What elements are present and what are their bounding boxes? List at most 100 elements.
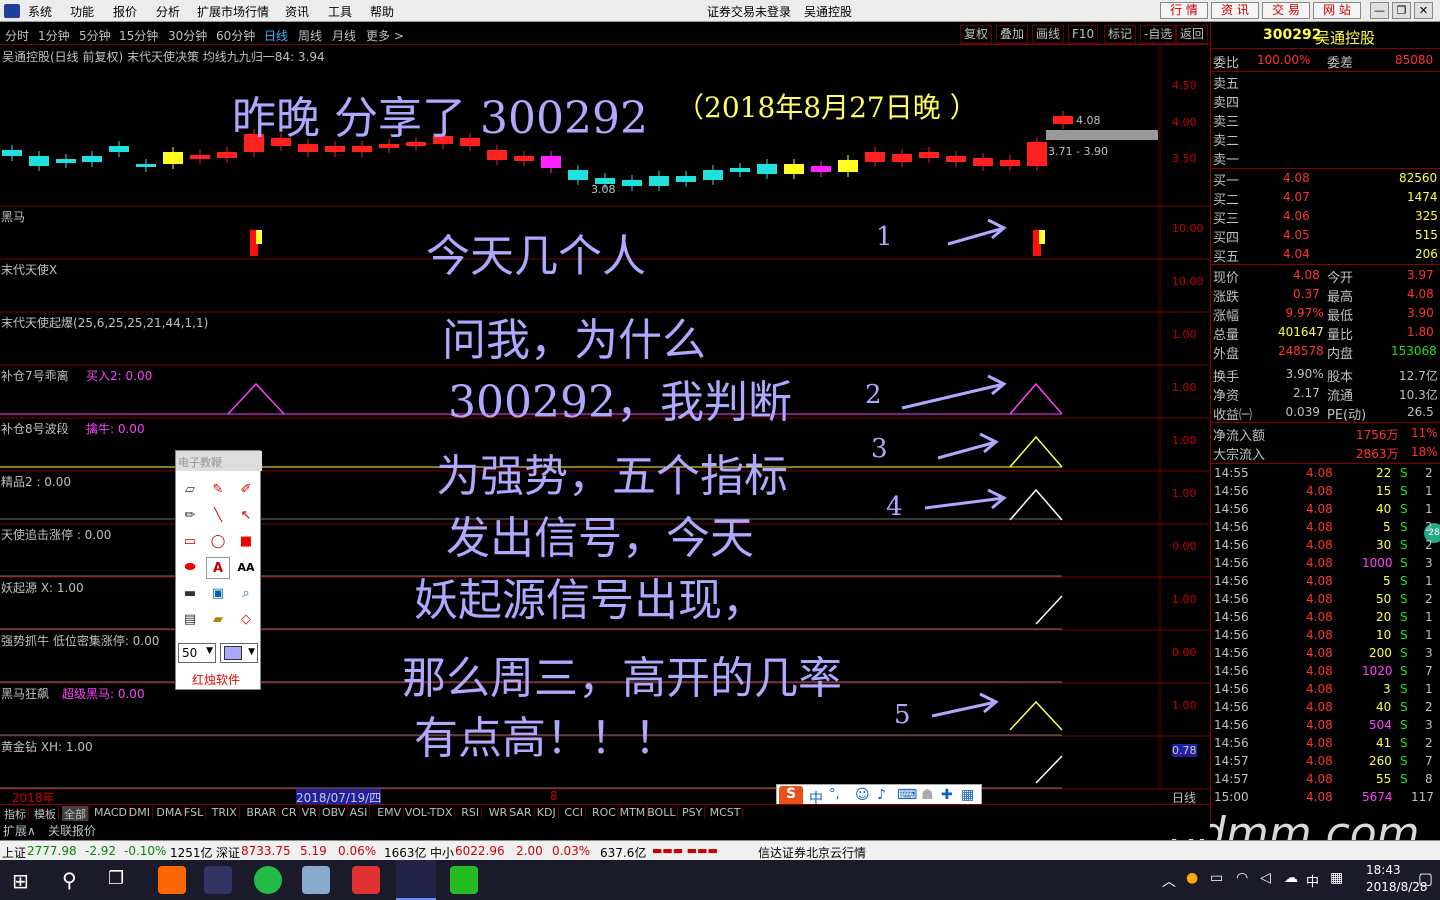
indicator-tab[interactable]: BOLL [645, 806, 679, 819]
quick-quote-button[interactable]: 行 情 [1160, 2, 1208, 19]
tray-cloud-icon[interactable]: ☁ [1284, 870, 1298, 886]
text-tool-icon[interactable]: A [206, 557, 230, 579]
indicator-tab[interactable]: CCI [562, 806, 586, 819]
indicator-tab[interactable]: MTM [618, 806, 649, 819]
menu-extended-market[interactable]: 扩展市场行情 [197, 3, 269, 20]
period-30min[interactable]: 30分钟 [168, 27, 207, 44]
indicator-tab[interactable]: KDJ [535, 806, 559, 819]
indicator-tab[interactable]: PSY [680, 806, 706, 819]
diamond-icon[interactable]: ◇ [234, 609, 258, 631]
screen-icon[interactable]: ▣ [206, 583, 230, 605]
ellipse-icon[interactable]: ◯ [206, 531, 230, 553]
indicator-tab[interactable]: ASI [348, 806, 371, 819]
filled-ellipse-icon[interactable]: ⬬ [178, 557, 202, 579]
ime-user-icon[interactable]: ☗ [921, 787, 934, 803]
ime-keyboard-icon[interactable]: ⌨ [897, 787, 917, 803]
app-360-icon[interactable] [254, 866, 282, 894]
tray-volume-icon[interactable]: ◁ [1260, 870, 1271, 886]
color-select[interactable]: ▼ [220, 643, 258, 663]
period-1min[interactable]: 1分钟 [38, 27, 70, 44]
close-icon[interactable]: ✕ [1414, 2, 1433, 19]
period-weekly[interactable]: 周线 [298, 27, 322, 44]
restore-icon[interactable]: ❐ [1392, 2, 1411, 19]
search-icon[interactable]: ⚲ [62, 868, 77, 892]
quick-web-button[interactable]: 网 站 [1313, 2, 1361, 19]
ime-mic-icon[interactable]: ♪ [877, 787, 886, 803]
indicator-tab[interactable]: MACD [92, 806, 130, 819]
tray-qq-icon[interactable]: ● [1186, 870, 1198, 886]
app-red-icon[interactable] [352, 866, 380, 894]
pen-size-select[interactable]: 50 ▼ [178, 643, 216, 663]
menu-analysis[interactable]: 分析 [156, 3, 180, 20]
black-bar-icon[interactable]: ▬ [178, 583, 202, 605]
menu-function[interactable]: 功能 [70, 3, 94, 20]
indicator-tab[interactable]: 模板 [32, 806, 59, 822]
pen-icon[interactable]: ✎ [206, 479, 230, 501]
tool-overlay[interactable]: 叠加 [996, 25, 1029, 44]
tray-keyboard-icon[interactable]: ▦ [1330, 870, 1343, 886]
app-stock-icon[interactable] [396, 860, 436, 900]
notification-icon[interactable]: ▢ [1418, 869, 1433, 888]
rectangle-icon[interactable]: ▭ [178, 531, 202, 553]
brush-icon[interactable]: ✐ [234, 479, 258, 501]
app-sogou-icon[interactable] [158, 866, 186, 894]
indicator-tab[interactable]: TRIX [210, 806, 240, 819]
indicator-tab[interactable]: 指标 [2, 806, 29, 822]
quick-info-button[interactable]: 资 讯 [1211, 2, 1259, 19]
app-explorer-icon[interactable] [302, 866, 330, 894]
indicator-tab[interactable]: EMV [375, 806, 405, 819]
text-size-icon[interactable]: AA [234, 557, 258, 579]
tab-extend[interactable]: 扩展∧ [3, 822, 36, 839]
tray-language[interactable]: 中 [1306, 871, 1319, 890]
windows-start-icon[interactable]: ⊞ [12, 869, 29, 893]
indicator-tab[interactable]: FSL [182, 806, 207, 819]
tray-up-icon[interactable]: ︿ [1162, 871, 1176, 891]
tool-draw[interactable]: 画线 [1032, 25, 1065, 44]
eraser-icon[interactable]: ▱ [178, 479, 202, 501]
period-5min[interactable]: 5分钟 [79, 27, 111, 44]
chart-area[interactable]: 吴通控股(日线 前复权) 末代天使决策 均线九九归一84: 3.94 4.50 … [0, 46, 1210, 806]
ime-grid-icon[interactable]: ▦ [961, 787, 974, 803]
filled-rectangle-icon[interactable]: ■ [234, 531, 258, 553]
indicator-tab[interactable]: VOL-TDX [403, 806, 456, 819]
period-tick[interactable]: 分时 [5, 27, 29, 44]
ime-skin-icon[interactable]: ✚ [941, 787, 953, 803]
arrow-line-icon[interactable]: ↖ [234, 505, 258, 527]
indicator-tab[interactable]: OBV [320, 806, 349, 819]
menu-help[interactable]: 帮助 [370, 3, 394, 20]
save-icon[interactable]: ▤ [178, 609, 202, 631]
period-more[interactable]: 更多 > [366, 27, 404, 44]
tool-fuquan[interactable]: 复权 [960, 25, 993, 44]
quick-trade-button[interactable]: 交 易 [1262, 2, 1310, 19]
indicator-tab[interactable]: MCST [708, 806, 744, 819]
indicator-tab[interactable]: CR [279, 806, 300, 819]
indicator-tab[interactable]: RSI [459, 806, 483, 819]
clock-time[interactable]: 18:43 [1366, 863, 1401, 877]
period-60min[interactable]: 60分钟 [216, 27, 255, 44]
indicator-tab[interactable]: SAR [507, 806, 535, 819]
indicator-tab[interactable]: ROC [590, 806, 619, 819]
indicator-tab[interactable]: DMI [127, 806, 154, 819]
task-view-icon[interactable]: ❐ [108, 868, 124, 889]
tool-self-select[interactable]: -自选 [1140, 25, 1177, 44]
menu-system[interactable]: 系统 [28, 3, 52, 20]
indicator-tab[interactable]: 全部 [62, 806, 89, 822]
indicator-tab[interactable]: VR [300, 806, 320, 819]
app-wechat-icon[interactable] [450, 866, 478, 894]
ime-emoji-icon[interactable]: ☺ [855, 787, 870, 803]
period-monthly[interactable]: 月线 [332, 27, 356, 44]
indicator-tab[interactable]: BRAR [244, 806, 280, 819]
menu-tools[interactable]: 工具 [328, 3, 352, 20]
marker-icon[interactable]: ✏ [178, 505, 202, 527]
menu-quote[interactable]: 报价 [113, 3, 137, 20]
tray-display-icon[interactable]: ▭ [1210, 870, 1223, 886]
period-15min[interactable]: 15分钟 [119, 27, 158, 44]
line-icon[interactable]: ╲ [206, 505, 230, 527]
tool-mark[interactable]: 标记 [1104, 25, 1137, 44]
minimize-icon[interactable]: — [1370, 2, 1389, 19]
menu-info[interactable]: 资讯 [285, 3, 309, 20]
tool-back[interactable]: 返回 [1176, 25, 1209, 44]
open-folder-icon[interactable]: ▰ [206, 609, 230, 631]
zoom-icon[interactable]: ⌕ [234, 583, 258, 605]
indicator-tab[interactable]: DMA [154, 806, 185, 819]
